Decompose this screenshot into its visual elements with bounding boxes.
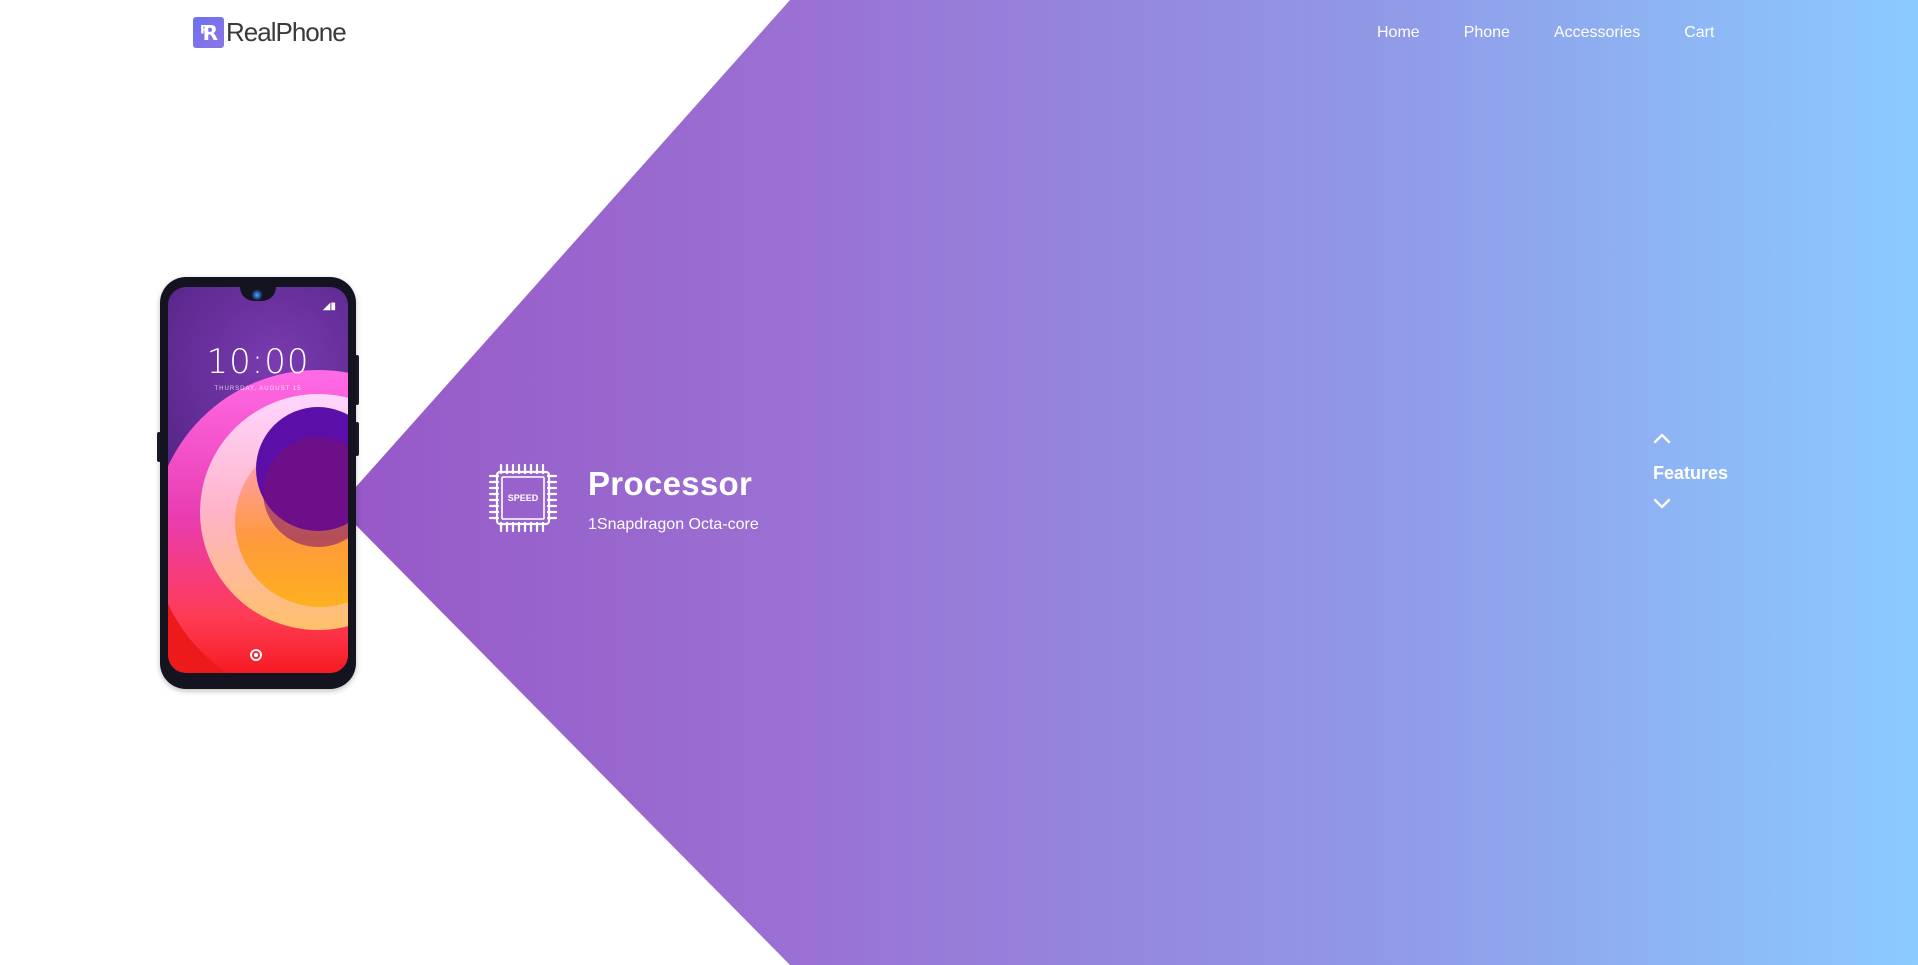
- brand-logo[interactable]: ᴿR RealPhone: [193, 17, 347, 48]
- processor-chip-icon: SPEED: [488, 463, 558, 533]
- nav-item-accessories[interactable]: Accessories: [1554, 24, 1640, 42]
- logo-mark-icon: ᴿR: [193, 17, 224, 48]
- nav-item-phone[interactable]: Phone: [1464, 24, 1510, 42]
- feature-description: 1Snapdragon Octa-core: [588, 516, 759, 533]
- phone-screen: ◢▮ 10:00 THURSDAY, AUGUST 15: [168, 287, 348, 673]
- nav-item-cart[interactable]: Cart: [1684, 24, 1714, 42]
- feature-title: Processor: [588, 465, 753, 502]
- front-camera-icon: [251, 289, 263, 301]
- brand-name: RealPhone: [226, 17, 347, 47]
- phone-date: THURSDAY, AUGUST 15: [214, 386, 302, 392]
- nav-item-home[interactable]: Home: [1377, 24, 1420, 42]
- home-button-icon: [250, 649, 262, 661]
- section-nav: Features: [1648, 432, 1738, 510]
- chevron-down-icon[interactable]: [1653, 498, 1671, 510]
- section-label: Features: [1653, 463, 1729, 483]
- phone-clock: 10:00: [206, 342, 310, 382]
- chip-icon-label: SPEED: [508, 493, 539, 503]
- logo-mark-letters: ᴿR: [199, 20, 218, 45]
- phone-image: ◢▮ 10:00 THURSDAY, AUGUST 15: [157, 277, 359, 689]
- signal-icon: ◢▮: [322, 301, 336, 312]
- main-nav: Home Phone Accessories Cart: [1377, 24, 1714, 42]
- chevron-up-icon[interactable]: [1653, 432, 1671, 444]
